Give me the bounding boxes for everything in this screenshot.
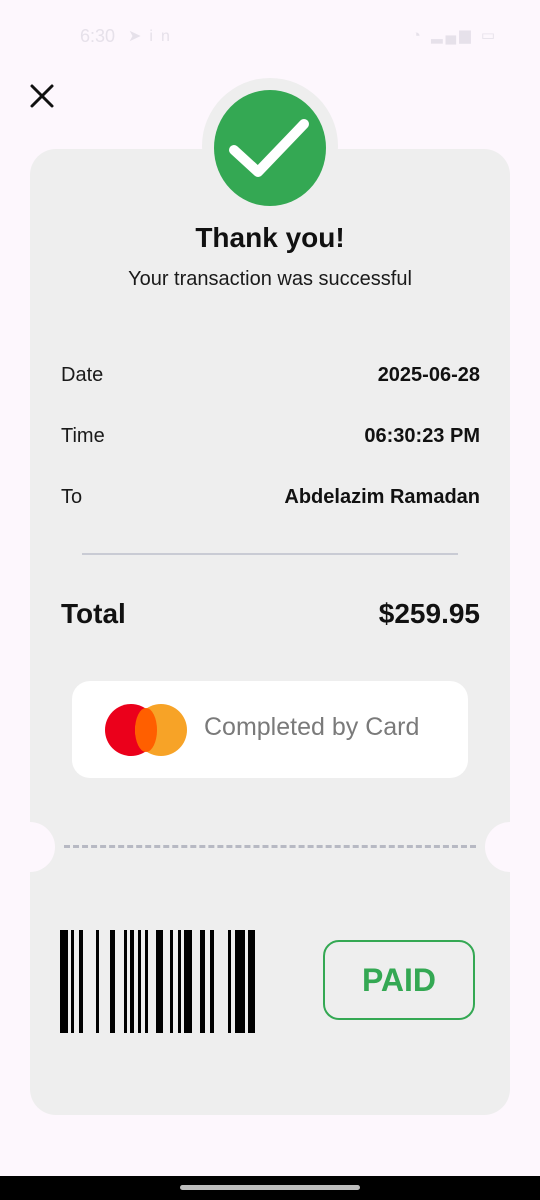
signal-icon: ▂▄▆ bbox=[430, 27, 474, 44]
battery-icon: ▭ bbox=[480, 27, 498, 44]
wifi-icon: ◔ bbox=[411, 27, 424, 44]
paid-stamp: PAID bbox=[323, 940, 475, 1020]
close-button[interactable] bbox=[22, 76, 62, 116]
status-left-icons: ➤in bbox=[128, 26, 178, 46]
ticket-notch-left bbox=[5, 822, 55, 872]
payment-method-pill[interactable]: Completed by Card bbox=[72, 681, 468, 778]
perforation-line bbox=[64, 845, 476, 848]
time-label: Time bbox=[61, 425, 105, 447]
recipient-label: To bbox=[61, 486, 83, 508]
time-value: 06:30:23 PM bbox=[364, 425, 480, 447]
status-bar: 6:30 ➤in ◔ ▂▄▆ ▭ bbox=[0, 0, 540, 70]
close-icon bbox=[30, 84, 54, 108]
payment-method-label: Completed by Card bbox=[204, 713, 420, 741]
receipt-screen: 6:30 ➤in ◔ ▂▄▆ ▭ Thank you! Your transac… bbox=[0, 0, 540, 1200]
barcode-icon bbox=[60, 930, 255, 1033]
date-label: Date bbox=[61, 364, 104, 386]
status-time: 6:30 bbox=[80, 26, 116, 46]
system-nav-bar bbox=[0, 1176, 540, 1200]
ticket-notch-right bbox=[485, 822, 535, 872]
total-value: $259.95 bbox=[378, 598, 480, 629]
mastercard-icon bbox=[105, 704, 187, 756]
recipient-value: Abdelazim Ramadan bbox=[284, 486, 480, 508]
thank-you-title: Thank you! bbox=[195, 222, 345, 253]
checkmark-icon bbox=[229, 119, 309, 177]
divider bbox=[82, 553, 458, 555]
navigation-icon: ➤ bbox=[128, 28, 150, 45]
success-badge bbox=[214, 90, 326, 206]
status-right-icons: ◔ ▂▄▆ ▭ bbox=[412, 26, 498, 44]
date-value: 2025-06-28 bbox=[377, 364, 480, 386]
transaction-subtitle: Your transaction was successful bbox=[128, 268, 412, 290]
home-gesture-handle[interactable] bbox=[180, 1185, 360, 1190]
total-label: Total bbox=[61, 598, 126, 629]
linkedin-icon: in bbox=[149, 28, 178, 45]
